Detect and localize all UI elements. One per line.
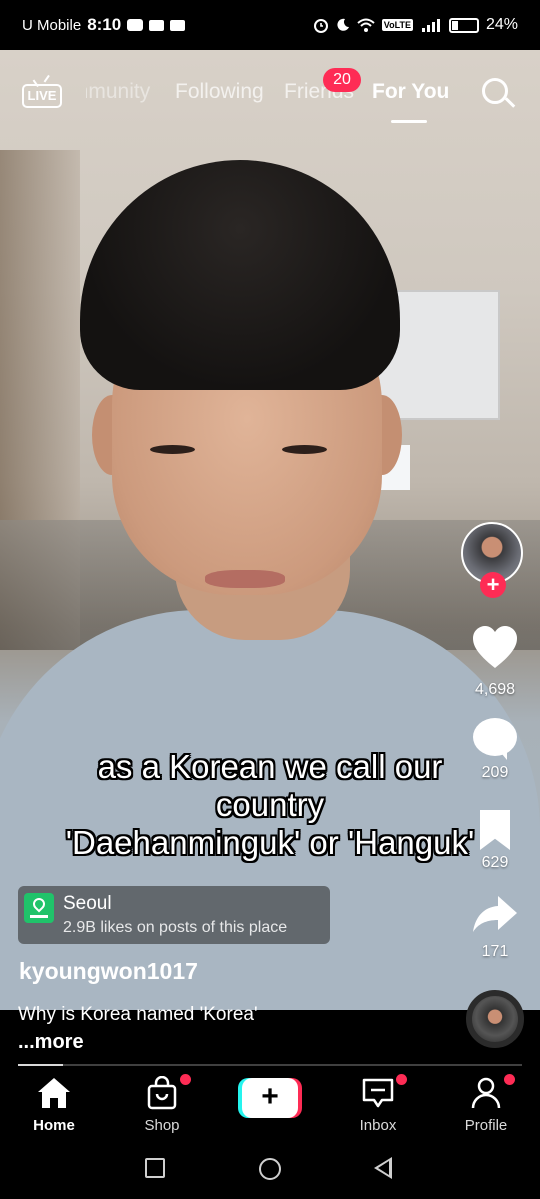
- search-icon[interactable]: [482, 78, 516, 112]
- tab-home[interactable]: Home: [9, 1076, 99, 1134]
- caption-line: as a Korean we call our: [97, 748, 443, 785]
- notification-dot: [396, 1074, 407, 1085]
- video-person-mouth: [205, 570, 285, 588]
- mail-icon: [149, 19, 165, 31]
- signal-icon: [421, 19, 440, 32]
- video-person-hair: [80, 160, 400, 390]
- top-nav: LIVE Community Following Friends 20 For …: [0, 68, 540, 123]
- heart-icon: [473, 626, 517, 668]
- tab-label: Profile: [464, 1117, 508, 1134]
- share-count: 171: [481, 943, 509, 960]
- tab-profile[interactable]: Profile: [441, 1074, 531, 1134]
- notification-dot: [180, 1074, 191, 1085]
- video-progress-bar[interactable]: [18, 1064, 522, 1066]
- location-name: Seoul: [63, 893, 112, 914]
- battery-icon: [448, 17, 479, 33]
- active-tab-indicator: [391, 120, 427, 123]
- caption-line: country: [215, 786, 325, 823]
- bottom-tab-bar: Home Shop + Inbox Profile: [0, 1068, 540, 1140]
- status-right: VoLTE 24%: [313, 16, 518, 34]
- creator-username[interactable]: kyoungwon1017: [19, 958, 198, 985]
- carrier-label: U Mobile: [22, 16, 82, 34]
- volte-icon: VoLTE: [381, 19, 413, 31]
- tab-inbox[interactable]: Inbox: [333, 1074, 423, 1134]
- system-nav-bar: [0, 1140, 540, 1199]
- shopping-bag-icon: [147, 1075, 177, 1110]
- create-button[interactable]: +: [238, 1078, 302, 1118]
- notification-dot: [504, 1074, 515, 1085]
- video-person-eye: [282, 445, 327, 454]
- caption-line: 'Daehanminguk' or 'Hanguk': [65, 824, 475, 861]
- more-link[interactable]: ...more: [18, 1031, 84, 1054]
- status-left: U Mobile 8:10: [22, 15, 186, 35]
- video-person-eye: [150, 445, 195, 454]
- sound-disc-icon[interactable]: [466, 990, 524, 1048]
- location-card[interactable]: Seoul 2.9B likes on posts of this place: [18, 886, 330, 944]
- location-pin-icon: [24, 893, 54, 923]
- wifi-icon: [357, 18, 375, 32]
- video-progress-fill: [18, 1064, 64, 1066]
- tab-shop[interactable]: Shop: [117, 1074, 207, 1134]
- status-bar: U Mobile 8:10 VoLTE 24%: [0, 0, 540, 50]
- back-icon[interactable]: [374, 1157, 392, 1179]
- home-icon: [38, 1078, 70, 1108]
- like-count: 4,698: [474, 681, 516, 698]
- home-circle-icon[interactable]: [259, 1158, 281, 1180]
- moon-icon: [337, 18, 349, 31]
- post-description[interactable]: Why is Korea named 'Korea': [18, 1004, 258, 1026]
- alarm-icon: [313, 19, 328, 33]
- create-plus-icon: +: [242, 1078, 298, 1118]
- video-player[interactable]: [0, 50, 540, 1010]
- follow-plus-icon[interactable]: +: [480, 572, 506, 598]
- live-tv-icon: LIVE: [22, 84, 62, 108]
- like-button[interactable]: 4,698: [460, 626, 530, 699]
- tab-following[interactable]: Following: [175, 80, 264, 104]
- clock: 8:10: [87, 15, 122, 34]
- youtube-icon: [127, 19, 144, 31]
- inbox-icon: [362, 1078, 394, 1108]
- profile-icon: [471, 1077, 501, 1109]
- tab-label: Inbox: [359, 1117, 397, 1134]
- mail-icon: [170, 19, 186, 31]
- friends-badge: 20: [323, 68, 361, 92]
- tab-label: Home: [33, 1117, 75, 1134]
- share-icon: [473, 896, 517, 932]
- video-caption: as a Korean we call our country 'Daehanm…: [0, 748, 540, 862]
- creator-avatar[interactable]: +: [461, 522, 525, 598]
- tab-for-you[interactable]: For You: [372, 80, 449, 104]
- live-button[interactable]: LIVE: [22, 76, 62, 110]
- tab-community[interactable]: Community: [86, 80, 158, 104]
- tab-label: Shop: [144, 1117, 180, 1134]
- share-button[interactable]: 171: [460, 894, 530, 961]
- location-likes: 2.9B likes on posts of this place: [63, 919, 288, 936]
- battery-percent: 24%: [485, 16, 518, 33]
- recents-icon[interactable]: [145, 1158, 165, 1178]
